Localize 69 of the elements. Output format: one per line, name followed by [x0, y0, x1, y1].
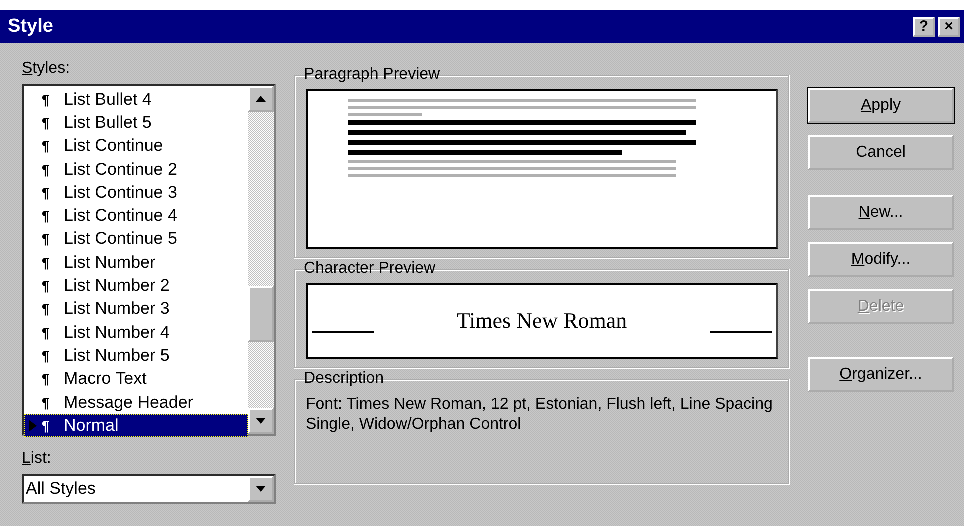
style-name: List Number 4	[64, 322, 170, 343]
style-item[interactable]: ¶ List Continue 5	[24, 228, 248, 252]
style-name: Normal	[64, 416, 119, 436]
paragraph-mark: ¶	[42, 231, 51, 248]
style-name: List Number	[64, 252, 156, 273]
style-item[interactable]: ¶ List Number 4	[24, 320, 248, 344]
paragraph-mark: ¶	[42, 208, 51, 224]
style-item[interactable]: ¶ List Number 3	[24, 298, 248, 321]
pointer-icon	[28, 420, 38, 432]
paragraph-mark: ¶	[42, 184, 51, 201]
style-item[interactable]: ¶ List Continue 3	[24, 181, 248, 204]
paragraph-mark: ¶	[42, 418, 51, 434]
scroll-up-button[interactable]	[248, 86, 274, 112]
paragraph-mark: ¶	[42, 371, 51, 388]
list-dropdown[interactable]: All Styles	[22, 474, 276, 504]
style-item[interactable]: ¶ List Continue 4	[24, 204, 248, 228]
style-name: List Continue 5	[64, 229, 178, 250]
style-name: List Continue 2	[64, 160, 178, 180]
list-label: List:	[22, 450, 52, 468]
style-name: List Continue 4	[64, 206, 178, 226]
dialog-button[interactable]: Cancel	[808, 135, 954, 170]
window-title: Style	[8, 16, 54, 38]
dialog-button[interactable]: Apply	[808, 88, 954, 123]
style-name: List Continue	[64, 136, 164, 156]
dialog-button[interactable]: Organizer...	[808, 357, 954, 392]
style-item[interactable]: ¶ Macro Text	[24, 368, 248, 391]
up-arrow-icon	[256, 96, 266, 102]
down-arrow-icon	[256, 486, 266, 492]
close-button[interactable]: ×	[938, 16, 960, 36]
paragraph-mark: ¶	[42, 348, 51, 364]
group-title: Paragraph Preview	[303, 66, 442, 84]
style-item[interactable]: ¶ Message Header	[24, 390, 248, 414]
styles-label: Styles:	[22, 60, 72, 78]
paragraph-mark: ¶	[42, 254, 51, 271]
style-name: List Number 2	[64, 276, 170, 296]
style-name: List Number 5	[64, 346, 170, 366]
style-item[interactable]: ¶ List Number 2	[24, 274, 248, 298]
style-item[interactable]: ¶ List Continue 2	[24, 158, 248, 182]
style-item[interactable]: ¶ List Bullet 4	[24, 88, 248, 112]
paragraph-mark: ¶	[42, 301, 51, 318]
scrollbar[interactable]	[248, 86, 274, 434]
paragraph-mark: ¶	[42, 138, 51, 154]
style-name: List Bullet 4	[64, 90, 152, 110]
paragraph-mark: ¶	[42, 92, 51, 108]
style-name: Message Header	[64, 392, 194, 412]
style-item[interactable]: ¶ List Bullet 5	[24, 111, 248, 135]
style-name: List Bullet 5	[64, 112, 152, 133]
style-name: List Number 3	[64, 299, 170, 320]
dialog-button[interactable]: Modify...	[808, 242, 954, 277]
description-text: Font: Times New Roman, 12 pt, Estonian, Flush left, Line Spacing Single, Widow/Orphan Control	[306, 395, 774, 435]
style-item[interactable]: ¶ List Number 5	[24, 344, 248, 368]
style-name: List Continue 3	[64, 182, 178, 203]
paragraph-mark: ¶	[42, 394, 51, 410]
help-button[interactable]: ?	[913, 16, 935, 36]
paragraph-mark: ¶	[42, 114, 51, 131]
scroll-thumb[interactable]	[248, 286, 274, 342]
style-item[interactable]: ¶ Normal	[24, 414, 248, 438]
down-arrow-icon	[256, 418, 266, 424]
font-sample: Times New Roman	[456, 308, 628, 334]
style-item[interactable]: ¶ List Continue	[24, 134, 248, 158]
group-title: Character Preview	[303, 260, 437, 278]
paragraph-mark: ¶	[42, 278, 51, 294]
style-name: Macro Text	[64, 369, 147, 390]
scroll-down-button[interactable]	[248, 408, 274, 434]
dialog-button[interactable]: New...	[808, 195, 954, 230]
paragraph-mark: ¶	[42, 324, 51, 341]
group-title: Description	[303, 370, 386, 388]
style-item[interactable]: ¶ List Number	[24, 251, 248, 274]
paragraph-mark: ¶	[42, 162, 51, 178]
